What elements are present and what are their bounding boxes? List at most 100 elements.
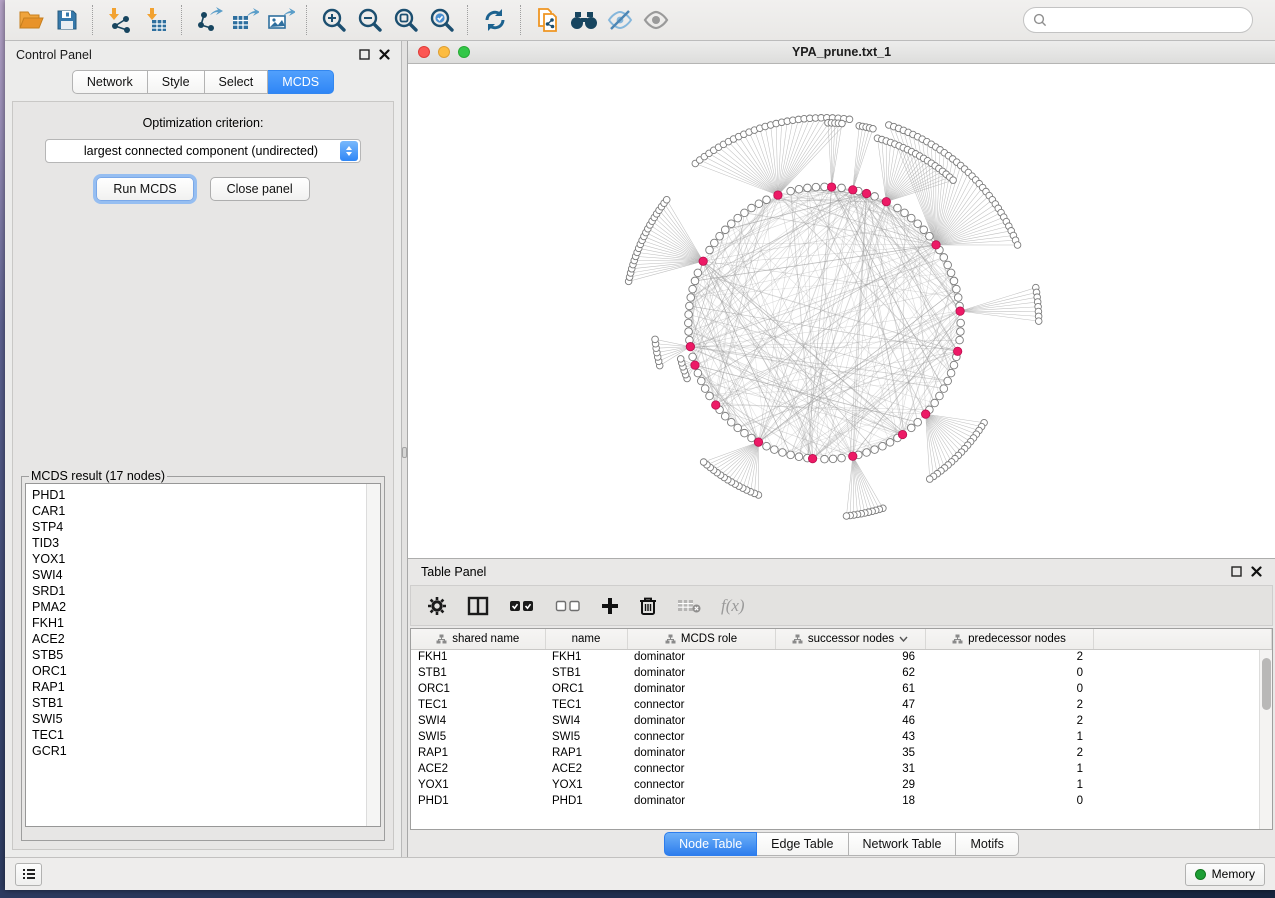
column-header-successor-nodes[interactable]: successor nodes (775, 629, 925, 649)
network-node[interactable] (871, 193, 879, 201)
table-scrollbar-thumb[interactable] (1262, 658, 1271, 710)
network-node[interactable] (950, 361, 958, 369)
table-cell[interactable]: SWI4 (545, 713, 627, 729)
network-node[interactable] (846, 116, 853, 123)
network-node[interactable] (706, 246, 714, 254)
network-node[interactable] (914, 418, 922, 426)
network-node[interactable] (871, 446, 879, 454)
network-node[interactable] (691, 277, 699, 285)
table-cell[interactable]: connector (627, 729, 775, 745)
mcds-result-item[interactable]: ACE2 (32, 631, 380, 647)
network-node[interactable] (829, 455, 837, 463)
mcds-result-item[interactable]: STB1 (32, 695, 380, 711)
table-cell[interactable]: connector (627, 777, 775, 793)
run-mcds-button[interactable]: Run MCDS (96, 177, 193, 201)
network-hub-node[interactable] (882, 197, 890, 205)
network-node[interactable] (686, 302, 694, 310)
network-node[interactable] (870, 125, 877, 132)
network-hub-node[interactable] (849, 452, 857, 460)
table-cell[interactable]: 2 (925, 697, 1093, 713)
network-node[interactable] (940, 385, 948, 393)
network-node[interactable] (886, 439, 894, 447)
network-hub-node[interactable] (953, 347, 961, 355)
mcds-result-item[interactable]: YOX1 (32, 551, 380, 567)
network-node[interactable] (795, 185, 803, 193)
mcds-result-item[interactable]: PHD1 (32, 487, 380, 503)
network-node[interactable] (950, 177, 957, 184)
table-row[interactable]: SWI4SWI4dominator462 (411, 713, 1272, 729)
mcds-result-item[interactable]: SWI5 (32, 711, 380, 727)
table-row[interactable]: ACE2ACE2connector311 (411, 761, 1272, 777)
network-node[interactable] (839, 120, 846, 127)
column-header-mcds-role[interactable]: MCDS role (627, 629, 775, 649)
panel-splitter[interactable] (401, 41, 408, 857)
mcds-result-item[interactable]: PMA2 (32, 599, 380, 615)
network-node[interactable] (838, 454, 846, 462)
float-panel-icon[interactable] (359, 49, 370, 60)
network-node[interactable] (694, 369, 702, 377)
mcds-result-item[interactable]: FKH1 (32, 615, 380, 631)
network-hub-node[interactable] (827, 183, 835, 191)
task-history-button[interactable] (15, 863, 42, 886)
table-cell[interactable]: 96 (775, 649, 925, 665)
network-node[interactable] (926, 476, 933, 483)
table-cell[interactable]: ORC1 (411, 681, 545, 697)
table-row[interactable]: TEC1TEC1connector472 (411, 697, 1272, 713)
network-node[interactable] (685, 328, 693, 336)
search-box[interactable] (1023, 7, 1253, 33)
column-header-name[interactable]: name (545, 629, 627, 649)
network-node[interactable] (944, 377, 952, 385)
network-hub-node[interactable] (862, 189, 870, 197)
network-node[interactable] (940, 254, 948, 262)
column-header-shared-name[interactable]: shared name (411, 629, 545, 649)
float-table-panel-icon[interactable] (1231, 566, 1242, 577)
network-node[interactable] (821, 455, 829, 463)
table-row[interactable]: PHD1PHD1dominator180 (411, 793, 1272, 809)
table-cell[interactable]: RAP1 (545, 745, 627, 761)
table-cell[interactable]: STB1 (545, 665, 627, 681)
network-node[interactable] (685, 311, 693, 319)
table-cell[interactable]: STB1 (411, 665, 545, 681)
toggle-visibility-icon[interactable] (602, 3, 638, 37)
network-node[interactable] (863, 449, 871, 457)
network-node[interactable] (741, 209, 749, 217)
table-cell[interactable]: 43 (775, 729, 925, 745)
table-cell[interactable]: 1 (925, 761, 1093, 777)
network-node[interactable] (907, 424, 915, 432)
network-node[interactable] (944, 261, 952, 269)
network-hub-node[interactable] (956, 307, 964, 315)
table-cell[interactable]: 62 (775, 665, 925, 681)
tab-node-table[interactable]: Node Table (664, 832, 757, 856)
add-column-icon[interactable] (601, 597, 619, 615)
function-builder-icon[interactable]: f(x) (721, 596, 745, 616)
network-hub-node[interactable] (712, 401, 720, 409)
delete-column-icon[interactable] (639, 596, 657, 616)
network-hub-node[interactable] (699, 257, 707, 265)
table-cell[interactable]: 0 (925, 681, 1093, 697)
table-row[interactable]: SWI5SWI5connector431 (411, 729, 1272, 745)
network-node[interactable] (700, 459, 707, 466)
table-cell[interactable]: dominator (627, 681, 775, 697)
zoom-selected-icon[interactable] (424, 3, 460, 37)
zoom-fit-icon[interactable] (388, 3, 424, 37)
network-node[interactable] (771, 446, 779, 454)
duplicate-network-icon[interactable] (530, 3, 566, 37)
network-node[interactable] (795, 453, 803, 461)
table-cell[interactable]: FKH1 (411, 649, 545, 665)
network-node[interactable] (734, 214, 742, 222)
network-node[interactable] (907, 214, 915, 222)
network-node[interactable] (763, 196, 771, 204)
network-node[interactable] (694, 269, 702, 277)
network-hub-node[interactable] (774, 191, 782, 199)
mcds-result-item[interactable]: SRD1 (32, 583, 380, 599)
table-cell[interactable]: FKH1 (545, 649, 627, 665)
network-node[interactable] (779, 449, 787, 457)
network-node[interactable] (920, 226, 928, 234)
tab-style[interactable]: Style (148, 70, 205, 94)
network-node[interactable] (957, 328, 965, 336)
table-settings-icon[interactable] (427, 596, 447, 616)
table-cell[interactable]: TEC1 (545, 697, 627, 713)
network-hub-node[interactable] (849, 186, 857, 194)
network-node[interactable] (926, 232, 934, 240)
table-scrollbar[interactable] (1259, 650, 1272, 829)
